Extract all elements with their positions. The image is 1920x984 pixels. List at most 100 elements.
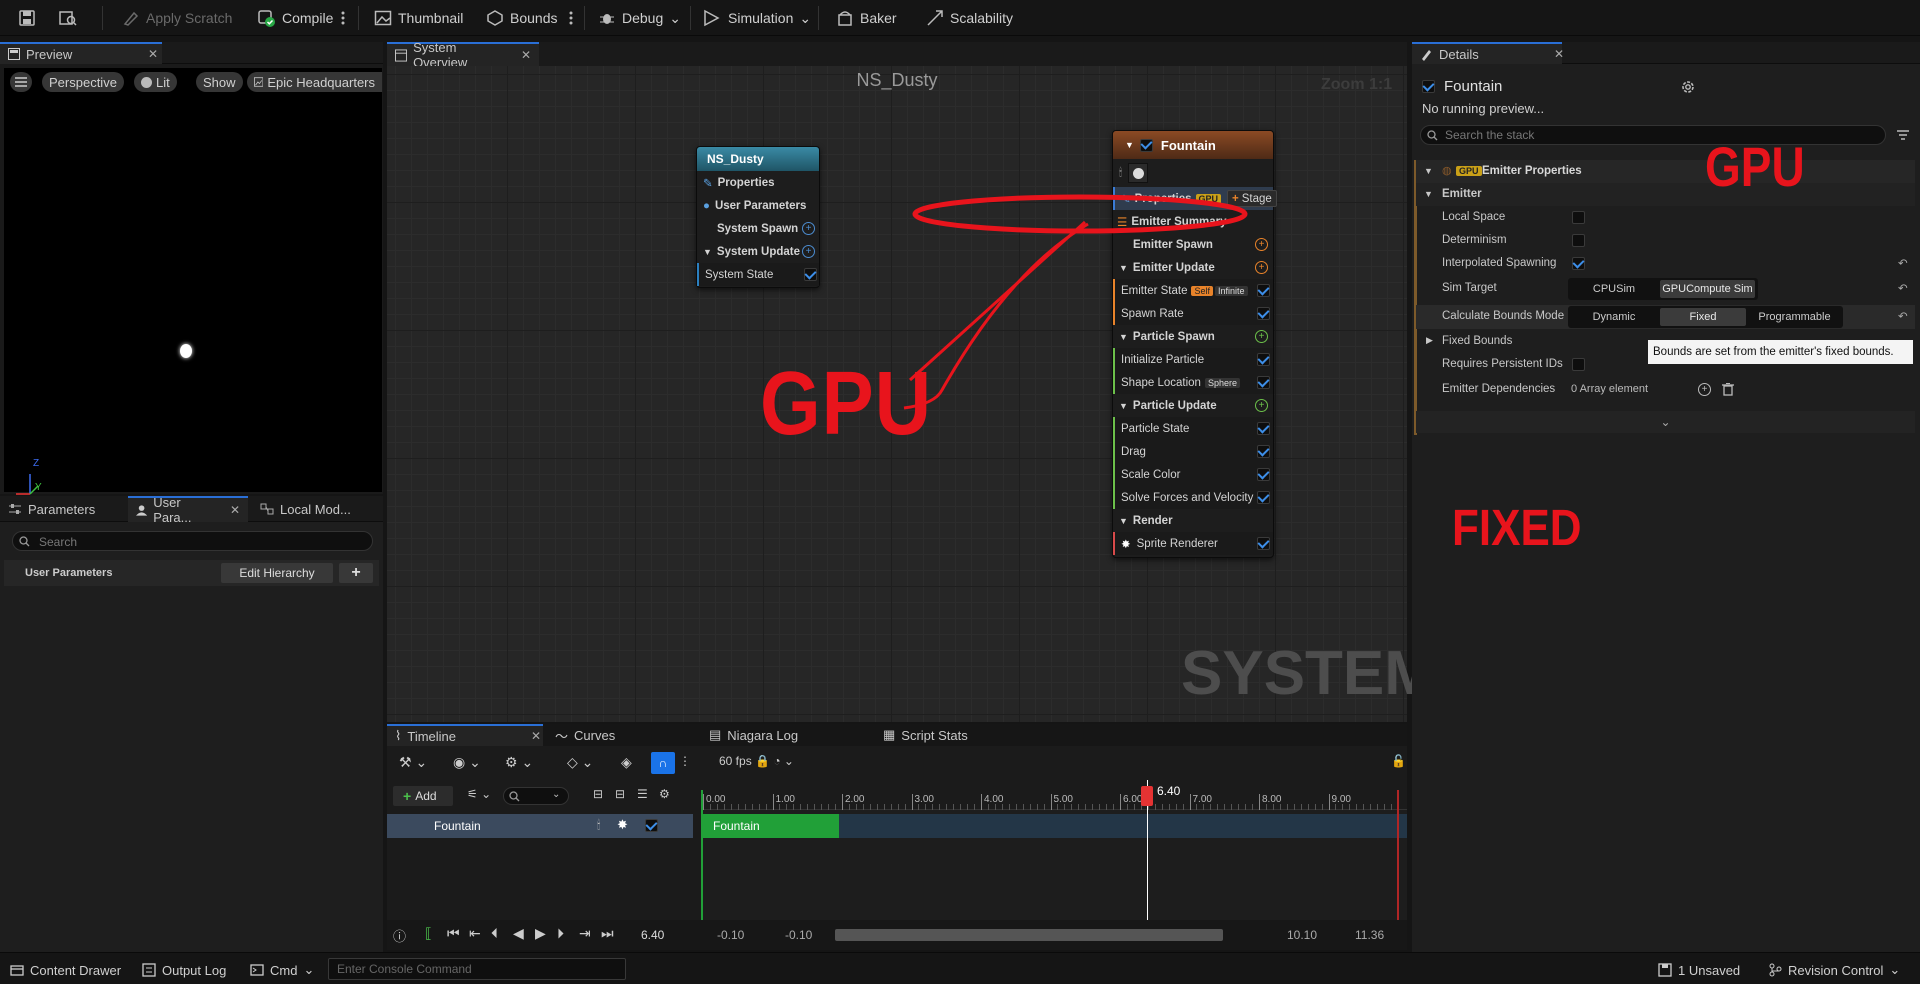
- go-to-end-icon[interactable]: ⏭: [601, 925, 614, 942]
- sim-cpu-option[interactable]: CPUSim: [1571, 280, 1657, 298]
- more-options-icon[interactable]: ⋮: [679, 754, 691, 768]
- ruler-tick: [1259, 794, 1260, 810]
- content-drawer-button[interactable]: Content Drawer: [4, 956, 127, 984]
- timeline-tracks-area[interactable]: 0.00 1.00 2.00 3.00 4.00 5.00 6.00 7.00 8.00 9.00…: [701, 780, 1407, 940]
- play-reverse-icon[interactable]: ◀: [513, 925, 524, 942]
- ruler-minor-tick: [1008, 804, 1010, 810]
- ruler-minor-tick: [1252, 804, 1254, 810]
- go-to-start-icon[interactable]: ⏮: [447, 925, 460, 942]
- requires-ids-checkbox[interactable]: [1572, 358, 1585, 371]
- timeline-panel: ⌇ Timeline ✕ 〜 Curves ▤ Niagara Log ▦ Sc…: [387, 724, 1407, 950]
- ruler-minor-tick: [953, 804, 955, 810]
- collapse-icon[interactable]: ▼: [1424, 166, 1433, 176]
- output-log-icon: [142, 963, 156, 977]
- ruler-minor-tick: [1092, 804, 1094, 810]
- ruler-minor-tick: [1238, 804, 1240, 810]
- close-icon[interactable]: ✕: [1554, 47, 1564, 61]
- revision-control-label: Revision Control: [1788, 962, 1884, 978]
- ruler-minor-tick: [1370, 804, 1372, 810]
- bounds-dynamic-option[interactable]: Dynamic: [1571, 308, 1657, 326]
- ruler-tick-label: 9.00: [1331, 794, 1351, 805]
- ruler-tick-label: 2.00: [845, 794, 865, 805]
- timeline-icon: ⌇: [395, 728, 402, 743]
- fps-selector[interactable]: 60 fps 🔒 ◔ ⌄: [719, 754, 794, 768]
- emitter-category-row[interactable]: ▼ Emitter: [1416, 183, 1915, 206]
- tools-icon[interactable]: ⚒ ⌄: [399, 754, 427, 771]
- add-track-button[interactable]: + Add: [393, 786, 453, 806]
- tab-script-stats[interactable]: ▦ Script Stats: [875, 724, 1025, 746]
- bounds-programmable-label: Programmable: [1758, 311, 1831, 323]
- tab-niagara-log-label: Niagara Log: [727, 727, 799, 743]
- range-start-marker[interactable]: [701, 790, 703, 940]
- expand-tracks-icon[interactable]: ⊟: [615, 787, 625, 801]
- unsaved-button[interactable]: 1 Unsaved: [1652, 956, 1746, 984]
- key-options-icon[interactable]: ◇ ⌄: [567, 754, 593, 771]
- filter-tracks-icon[interactable]: ⚟ ⌄: [467, 787, 491, 801]
- current-time-field[interactable]: 6.40: [641, 928, 664, 942]
- collapse-tracks-icon[interactable]: ⊟: [593, 787, 603, 801]
- close-icon[interactable]: ✕: [531, 729, 541, 743]
- tab-curves[interactable]: 〜 Curves: [547, 724, 667, 746]
- snap-icon[interactable]: ∩: [651, 752, 675, 774]
- emitter-enabled-checkbox[interactable]: [1422, 80, 1435, 93]
- view-end-a[interactable]: 10.10: [1287, 928, 1317, 942]
- interpolated-spawning-checkbox[interactable]: [1572, 257, 1585, 270]
- reset-icon[interactable]: ↶: [1898, 309, 1908, 323]
- output-log-button[interactable]: Output Log: [136, 956, 232, 984]
- emitter-clip[interactable]: Fountain: [703, 814, 839, 838]
- expand-icon[interactable]: ▶: [1426, 335, 1433, 346]
- bounds-fixed-option[interactable]: Fixed: [1660, 308, 1746, 326]
- next-key-icon[interactable]: ⇥: [579, 925, 591, 942]
- range-end-marker[interactable]: [1397, 790, 1399, 940]
- list-view-icon[interactable]: ☰: [637, 787, 648, 801]
- timeline-ruler[interactable]: 0.00 1.00 2.00 3.00 4.00 5.00 6.00 7.00 8.00 9.00: [701, 780, 1407, 810]
- step-back-icon[interactable]: ⏴: [491, 925, 498, 942]
- previous-key-icon[interactable]: ⇤: [469, 925, 481, 942]
- details-pencil-icon: [1422, 49, 1431, 61]
- bounds-programmable-option[interactable]: Programmable: [1749, 308, 1840, 326]
- reset-icon[interactable]: ↶: [1898, 256, 1908, 270]
- track-search-input[interactable]: ⌄: [503, 787, 569, 805]
- tab-niagara-log[interactable]: ▤ Niagara Log: [701, 724, 851, 746]
- tab-details[interactable]: Details ✕: [1412, 42, 1564, 64]
- view-options-icon[interactable]: ◉ ⌄: [453, 754, 481, 771]
- emitter-track-icon: 🕯: [597, 818, 601, 832]
- console-input[interactable]: Enter Console Command: [328, 958, 626, 980]
- play-icon[interactable]: ▶: [535, 925, 546, 942]
- auto-key-icon[interactable]: ◈: [621, 754, 632, 771]
- track-settings-icon[interactable]: ⚙: [659, 787, 670, 801]
- reset-icon[interactable]: ↶: [1898, 281, 1908, 295]
- track-row-fountain[interactable]: Fountain 🕯 ✸: [387, 814, 693, 838]
- timeline-scrollbar[interactable]: [835, 929, 1223, 941]
- cmd-selector[interactable]: Cmd ⌄: [244, 956, 320, 984]
- track-enabled-checkbox[interactable]: [645, 819, 658, 832]
- set-start-icon[interactable]: ⟦: [425, 925, 432, 942]
- settings-gear-icon[interactable]: [1680, 79, 1696, 95]
- determinism-checkbox[interactable]: [1572, 234, 1585, 247]
- view-start-a[interactable]: -0.10: [717, 928, 744, 942]
- ruler-tick-label: 8.00: [1262, 794, 1282, 805]
- curves-icon: 〜: [555, 728, 569, 744]
- revision-control-button[interactable]: Revision Control ⌄: [1762, 956, 1906, 984]
- view-end-b[interactable]: 11.36: [1355, 928, 1384, 942]
- stack-search-input[interactable]: Search the stack: [1420, 125, 1886, 145]
- ruler-minor-tick: [939, 804, 941, 810]
- sim-gpu-option[interactable]: GPUCompute Sim: [1660, 280, 1755, 298]
- tab-timeline[interactable]: ⌇ Timeline ✕: [387, 724, 543, 746]
- ruler-minor-tick: [1168, 804, 1170, 810]
- ruler-minor-tick: [1106, 804, 1108, 810]
- playback-options-icon[interactable]: ⚙ ⌄: [505, 754, 533, 771]
- local-space-checkbox[interactable]: [1572, 211, 1585, 224]
- add-element-icon[interactable]: +: [1698, 383, 1711, 396]
- info-icon[interactable]: ⓘ: [393, 926, 406, 945]
- expand-more-icon[interactable]: ⌄: [1416, 411, 1915, 433]
- step-forward-icon[interactable]: ⏵: [557, 925, 564, 942]
- emitter-properties-section[interactable]: ▼ ◍ GPU Emitter Properties: [1416, 160, 1915, 183]
- details-emitter-name: Fountain: [1444, 78, 1503, 95]
- collapse-icon[interactable]: ▼: [1424, 189, 1433, 199]
- view-start-b[interactable]: -0.10: [785, 928, 812, 942]
- lock-icon[interactable]: 🔓: [1391, 754, 1406, 768]
- filter-icon[interactable]: [1896, 129, 1910, 141]
- playhead-handle[interactable]: [1141, 786, 1153, 806]
- trash-icon[interactable]: [1722, 383, 1734, 396]
